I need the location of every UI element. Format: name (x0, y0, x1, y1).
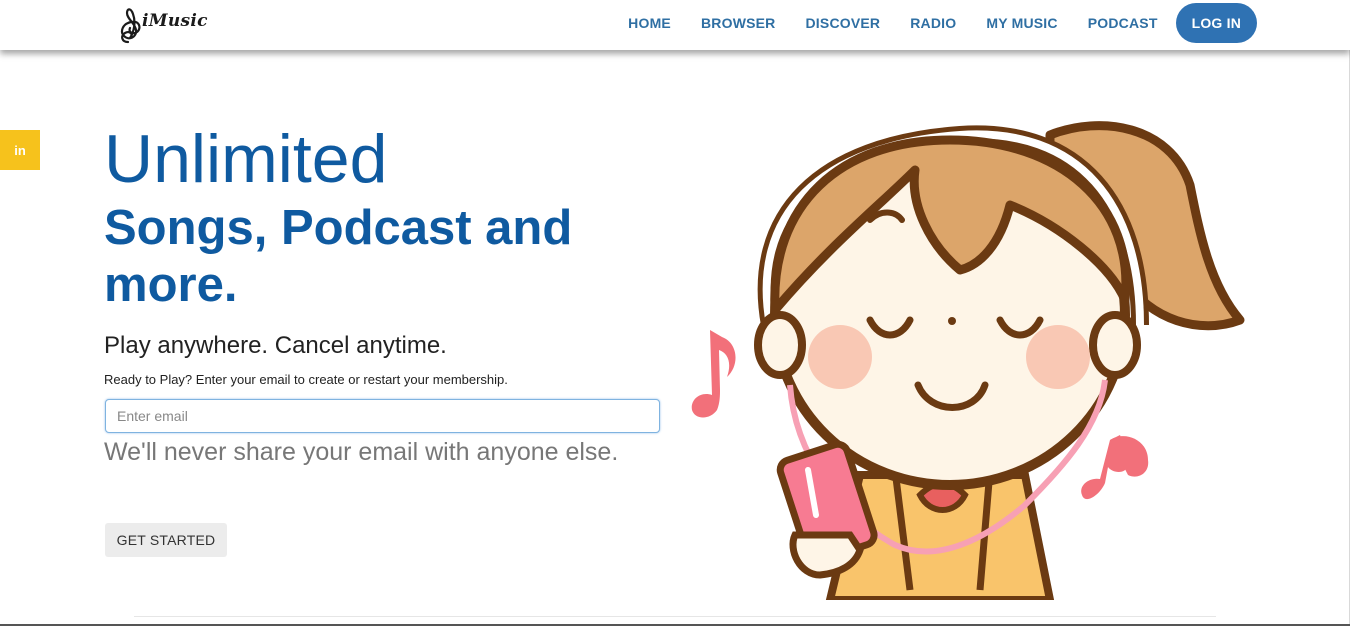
hero-subtitle: Songs, Podcast and more. (104, 201, 573, 312)
logo-text: iMusic (142, 11, 208, 31)
nav-podcast[interactable]: PODCAST (1088, 15, 1158, 31)
nav-home[interactable]: HOME (628, 15, 671, 31)
content-divider (134, 616, 1216, 617)
nav-radio[interactable]: RADIO (910, 15, 956, 31)
privacy-note: We'll never share your email with anyone… (104, 438, 619, 466)
email-input[interactable] (105, 399, 660, 433)
hero-tagline: Play anywhere. Cancel anytime. (104, 332, 447, 359)
site-logo[interactable]: iMusic (112, 2, 210, 46)
nav-browser[interactable]: BROWSER (701, 15, 776, 31)
main-nav: HOME BROWSER DISCOVER RADIO MY MUSIC POD… (628, 3, 1257, 43)
top-navbar: iMusic HOME BROWSER DISCOVER RADIO MY MU… (0, 0, 1350, 50)
login-button[interactable]: LOG IN (1175, 3, 1257, 43)
nav-discover[interactable]: DISCOVER (806, 15, 881, 31)
signup-helper-text: Ready to Play? Enter your email to creat… (104, 372, 508, 387)
get-started-button[interactable]: GET STARTED (105, 523, 227, 557)
music-note-icon (691, 330, 736, 418)
linkedin-icon: in (14, 142, 26, 158)
nav-my-music[interactable]: MY MUSIC (986, 15, 1057, 31)
hero-title: Unlimited (104, 121, 388, 197)
music-note-icon (1081, 435, 1149, 500)
girl-listening-music-illustration (691, 121, 1245, 600)
linkedin-share-tab[interactable]: in (0, 130, 40, 170)
